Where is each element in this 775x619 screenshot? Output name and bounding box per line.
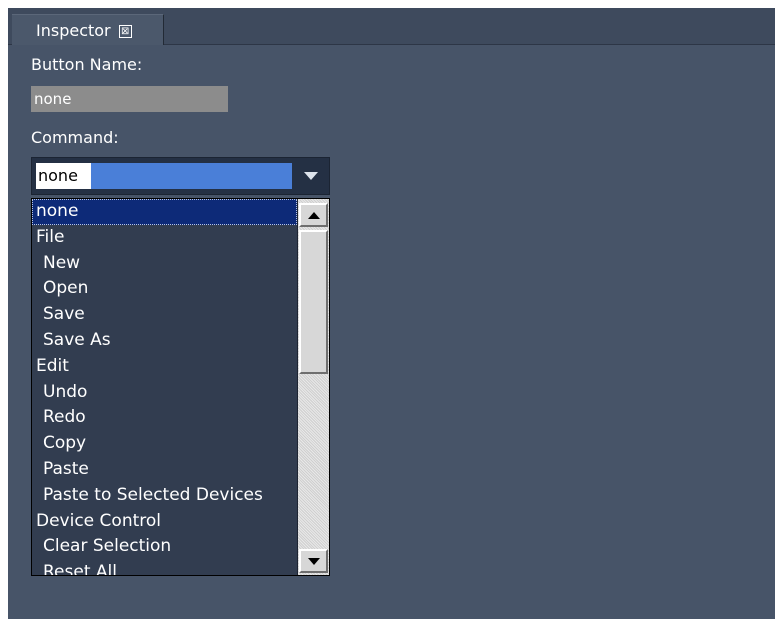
scroll-up-arrow-icon — [307, 211, 320, 219]
command-dropdown-list[interactable]: none File New Open Save Save As Edit Undo Redo Co… — [31, 198, 330, 576]
tab-inspector[interactable]: Inspector ⊠ — [12, 14, 164, 45]
command-combobox[interactable]: none — [31, 157, 330, 195]
dropdown-option[interactable]: Redo — [32, 405, 297, 431]
dropdown-option[interactable]: Save — [32, 302, 297, 328]
dropdown-option[interactable]: Reset All — [32, 560, 297, 575]
dropdown-option[interactable]: Copy — [32, 431, 297, 457]
dropdown-option[interactable]: Device Control — [32, 509, 297, 535]
dropdown-option[interactable]: Save As — [32, 328, 297, 354]
command-label: Command: — [31, 128, 119, 147]
command-input[interactable]: none — [36, 163, 292, 189]
dropdown-option[interactable]: Paste — [32, 457, 297, 483]
dropdown-option[interactable]: Clear Selection — [32, 534, 297, 560]
scroll-down-arrow-icon — [307, 557, 320, 565]
scrollbar-thumb[interactable] — [299, 230, 328, 374]
dropdown-option[interactable]: New — [32, 251, 297, 277]
scroll-down-button[interactable] — [299, 549, 328, 573]
command-input-value: none — [38, 166, 78, 185]
window-margin — [0, 0, 8, 619]
dropdown-option[interactable]: File — [32, 225, 297, 251]
text-selection-highlight — [91, 163, 292, 189]
button-name-field[interactable]: none — [31, 86, 228, 112]
dropdown-button[interactable] — [293, 158, 329, 194]
dropdown-option[interactable]: none — [32, 199, 297, 225]
tab-title: Inspector — [36, 21, 111, 40]
scroll-up-button[interactable] — [299, 203, 328, 227]
dropdown-scrollbar[interactable] — [297, 199, 329, 575]
dropdown-option[interactable]: Edit — [32, 354, 297, 380]
dropdown-option[interactable]: Paste to Selected Devices — [32, 483, 297, 509]
close-icon[interactable]: ⊠ — [118, 25, 132, 38]
option-list: none File New Open Save Save As Edit Undo Redo Co… — [32, 199, 329, 575]
dropdown-option[interactable]: Open — [32, 276, 297, 302]
dropdown-option[interactable]: Undo — [32, 380, 297, 406]
chevron-down-icon — [304, 172, 318, 180]
button-name-label: Button Name: — [31, 55, 143, 74]
